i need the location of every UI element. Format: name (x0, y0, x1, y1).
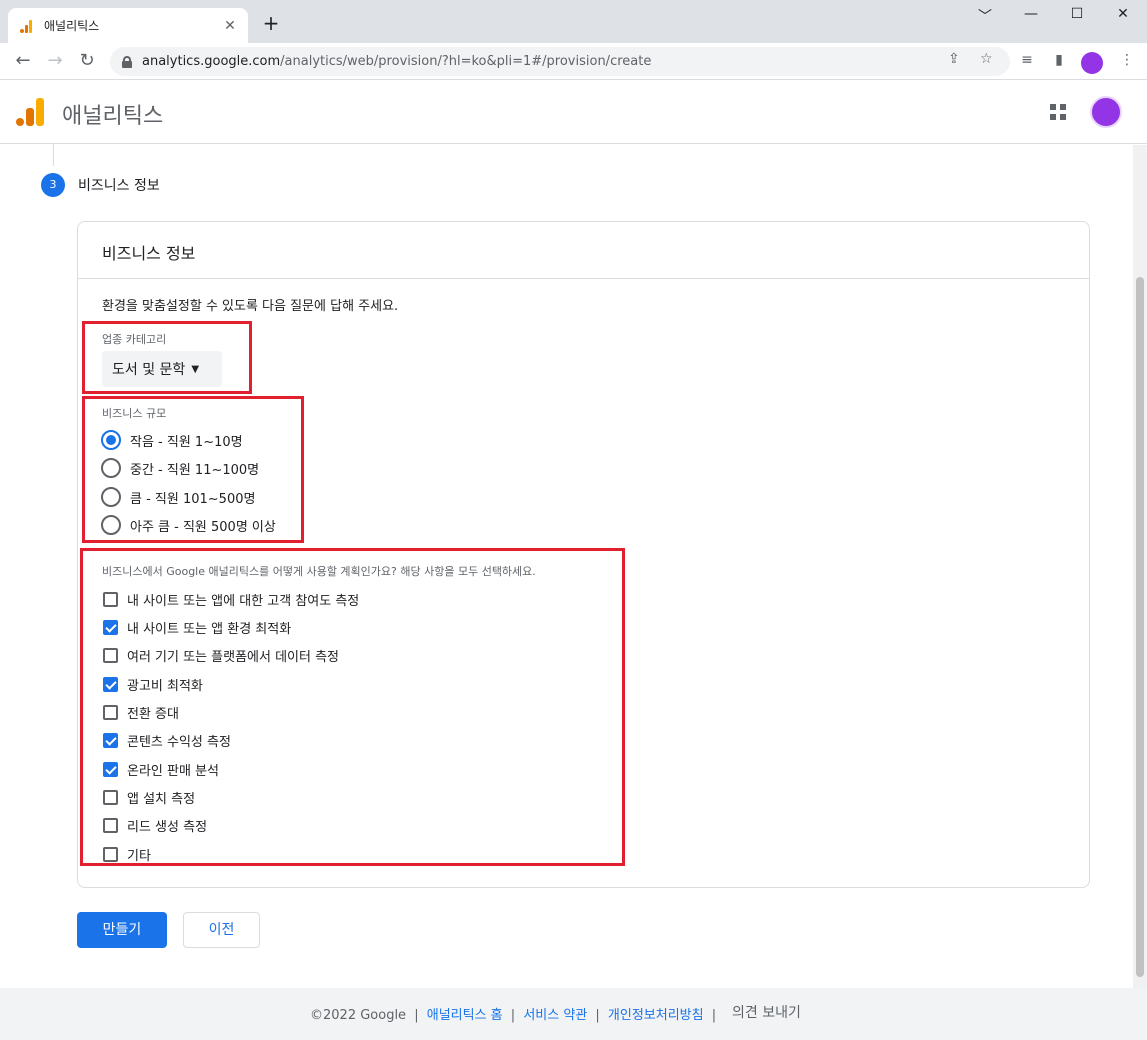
footer-link-analytics-home[interactable]: 애널리틱스 홈 (427, 1008, 503, 1023)
usage-option[interactable]: 전환 증대 (103, 703, 179, 722)
checkbox-label: 내 사이트 또는 앱 환경 최적화 (127, 622, 292, 637)
checkbox-icon[interactable] (103, 592, 118, 607)
usage-option[interactable]: 기타 (103, 845, 151, 864)
minimize-icon[interactable]: — (1016, 6, 1046, 22)
intro-text: 환경을 맞춤설정할 수 있도록 다음 질문에 답해 주세요. (102, 299, 399, 314)
copyright-text: ©2022 Google (310, 1008, 407, 1023)
share-icon[interactable]: ⇪ (948, 51, 960, 67)
industry-dropdown[interactable]: 도서 및 문학 ▼ (102, 351, 222, 387)
footer-links: ©2022 Google | 애널리틱스 홈 | 서비스 약관 | 개인정보처리… (310, 1004, 720, 1023)
browser-toolbar: ← → ↻ analytics.google.com/analytics/web… (0, 43, 1147, 80)
card-header: 비즈니스 정보 (78, 222, 1089, 279)
industry-selected: 도서 및 문학 (112, 362, 186, 378)
checkbox-label: 광고비 최적화 (127, 679, 203, 694)
reload-icon[interactable]: ↻ (75, 50, 99, 74)
radio-label: 큼 - 직원 101~500명 (130, 491, 256, 507)
page-scrollbar[interactable] (1133, 145, 1147, 988)
radio-label: 작음 - 직원 1~10명 (130, 434, 243, 450)
step-connector (53, 144, 54, 166)
checkbox-checked-icon[interactable] (103, 677, 118, 692)
account-avatar[interactable] (1090, 96, 1122, 128)
usage-option[interactable]: 온라인 판매 분석 (103, 760, 219, 779)
radio-icon[interactable] (101, 487, 121, 507)
app-title: 애널리틱스 (62, 104, 164, 129)
lock-icon (122, 55, 132, 68)
new-tab-icon[interactable]: + (260, 12, 282, 34)
checkbox-icon[interactable] (103, 705, 118, 720)
address-bar[interactable]: analytics.google.com/analytics/web/provi… (110, 47, 1010, 76)
checkbox-label: 전환 증대 (127, 707, 179, 722)
step-title: 비즈니스 정보 (78, 178, 160, 194)
checkbox-label: 콘텐츠 수익성 측정 (127, 735, 231, 750)
radio-label: 중간 - 직원 11~100명 (130, 462, 260, 478)
checkbox-label: 기타 (127, 849, 151, 864)
usage-option[interactable]: 여러 기기 또는 플랫폼에서 데이터 측정 (103, 646, 339, 665)
app-header: 애널리틱스 (0, 80, 1147, 144)
checkbox-checked-icon[interactable] (103, 733, 118, 748)
scrollbar-thumb[interactable] (1136, 277, 1144, 977)
reading-list-icon[interactable]: ≡ (1017, 52, 1037, 72)
separator: | (510, 1008, 516, 1023)
tab-title: 애널리틱스 (44, 19, 100, 33)
usage-option[interactable]: 광고비 최적화 (103, 675, 203, 694)
page-footer: ©2022 Google | 애널리틱스 홈 | 서비스 약관 | 개인정보처리… (0, 988, 1147, 1040)
usage-option[interactable]: 내 사이트 또는 앱에 대한 고객 참여도 측정 (103, 590, 359, 609)
checkbox-label: 내 사이트 또는 앱에 대한 고객 참여도 측정 (127, 594, 360, 609)
checkbox-label: 앱 설치 측정 (127, 792, 196, 807)
checkbox-label: 리드 생성 측정 (127, 820, 208, 835)
radio-icon[interactable] (101, 458, 121, 478)
apps-grid-icon[interactable] (1050, 104, 1066, 120)
profile-icon[interactable] (1081, 52, 1103, 74)
caret-down-icon: ▼ (191, 363, 200, 375)
browser-tabbar: 애널리틱스 ✕ + ﹀ — ☐ ✕ (0, 0, 1147, 43)
separator: | (595, 1008, 600, 1023)
industry-label: 업종 카테고리 (102, 333, 167, 346)
size-option-large[interactable]: 큼 - 직원 101~500명 (101, 487, 255, 507)
usage-label: 비즈니스에서 Google 애널리틱스를 어떻게 사용할 계획인가요? 해당 사… (102, 565, 536, 578)
checkbox-icon[interactable] (103, 790, 118, 805)
create-button[interactable]: 만들기 (77, 912, 167, 948)
usage-option[interactable]: 콘텐츠 수익성 측정 (103, 731, 231, 750)
checkbox-icon[interactable] (103, 847, 118, 862)
checkbox-label: 온라인 판매 분석 (127, 764, 219, 779)
tab-search-icon[interactable]: ﹀ (970, 6, 1000, 26)
browser-tab[interactable]: 애널리틱스 ✕ (8, 8, 248, 43)
side-panel-icon[interactable]: ▮ (1049, 52, 1069, 72)
checkbox-checked-icon[interactable] (103, 762, 118, 777)
radio-icon[interactable] (101, 515, 121, 535)
separator: | (414, 1008, 419, 1023)
checkbox-icon[interactable] (103, 648, 118, 663)
checkbox-checked-icon[interactable] (103, 620, 118, 635)
usage-option[interactable]: 리드 생성 측정 (103, 816, 207, 835)
forward-icon[interactable]: → (43, 50, 67, 74)
size-option-small[interactable]: 작음 - 직원 1~10명 (101, 430, 243, 450)
separator: | (711, 1008, 717, 1023)
radio-label: 아주 큼 - 직원 500명 이상 (130, 519, 276, 535)
card-title: 비즈니스 정보 (102, 244, 196, 263)
feedback-link[interactable]: 의견 보내기 (732, 1002, 801, 1022)
checkbox-icon[interactable] (103, 818, 118, 833)
back-button[interactable]: 이전 (183, 912, 260, 948)
size-option-xlarge[interactable]: 아주 큼 - 직원 500명 이상 (101, 515, 276, 535)
checkbox-label: 여러 기기 또는 플랫폼에서 데이터 측정 (127, 650, 340, 665)
maximize-icon[interactable]: ☐ (1062, 6, 1092, 22)
size-option-medium[interactable]: 중간 - 직원 11~100명 (101, 458, 259, 478)
window-close-icon[interactable]: ✕ (1108, 6, 1138, 22)
url-text: analytics.google.com/analytics/web/provi… (142, 54, 652, 69)
star-icon[interactable]: ☆ (980, 51, 993, 67)
back-icon[interactable]: ← (11, 50, 35, 74)
analytics-logo-icon[interactable] (16, 98, 44, 126)
step-number-badge: 3 (41, 173, 65, 197)
footer-link-privacy[interactable]: 개인정보처리방침 (608, 1008, 704, 1023)
size-label: 비즈니스 규모 (102, 407, 167, 420)
radio-selected-icon[interactable] (101, 430, 121, 450)
analytics-favicon-icon (18, 18, 34, 34)
usage-option[interactable]: 내 사이트 또는 앱 환경 최적화 (103, 618, 291, 637)
menu-icon[interactable]: ⋮ (1117, 52, 1137, 72)
footer-link-terms[interactable]: 서비스 약관 (523, 1008, 587, 1023)
usage-option[interactable]: 앱 설치 측정 (103, 788, 195, 807)
tab-close-icon[interactable]: ✕ (222, 18, 238, 34)
